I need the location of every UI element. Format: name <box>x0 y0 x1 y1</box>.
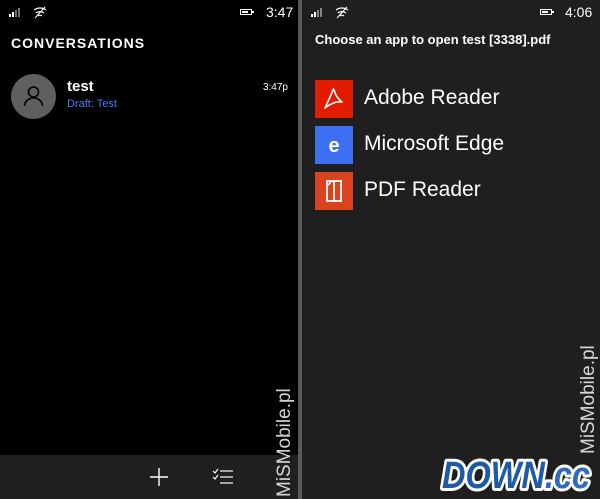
app-bar <box>0 455 298 499</box>
app-label: PDF Reader <box>364 178 481 201</box>
watermark: MiSMobile.pl <box>578 345 599 454</box>
wifi-icon <box>335 6 349 19</box>
plus-icon[interactable] <box>147 465 171 489</box>
watermark: MiSMobile.pl <box>274 388 295 497</box>
app-option-microsoft-edge[interactable]: e Microsoft Edge <box>315 126 575 164</box>
page-title: CONVERSATIONS <box>11 35 146 51</box>
wifi-icon <box>33 6 47 19</box>
battery-icon <box>240 9 254 15</box>
pdf-reader-icon <box>315 172 353 210</box>
app-option-adobe-reader[interactable]: Adobe Reader <box>315 80 575 118</box>
down-cc-logo: DOWN.cc DOWN.cc <box>440 452 593 497</box>
messaging-screen: 3:47 CONVERSATIONS test Draft: Test 3:47… <box>0 0 298 499</box>
app-option-pdf-reader[interactable]: PDF Reader <box>315 172 575 210</box>
person-icon <box>23 86 44 107</box>
conversation-time: 3:47p <box>262 82 288 93</box>
adobe-reader-icon <box>315 80 353 118</box>
status-bar: 3:47 <box>0 0 298 24</box>
select-list-icon[interactable] <box>211 465 235 489</box>
status-time: 3:47 <box>266 4 294 20</box>
app-chooser-screen: 4:06 Choose an app to open test [3338].p… <box>302 0 600 499</box>
battery-icon <box>540 9 554 15</box>
chooser-title: Choose an app to open test [3338].pdf <box>315 32 551 47</box>
svg-text:DOWN.cc: DOWN.cc <box>442 455 590 497</box>
signal-icon <box>311 8 322 17</box>
status-time: 4:06 <box>565 4 593 20</box>
svg-text:e: e <box>328 135 339 157</box>
conversation-name: test <box>67 78 94 95</box>
conversation-preview: Draft: Test <box>67 98 117 110</box>
conversation-item[interactable]: test Draft: Test 3:47p <box>0 74 298 124</box>
status-bar: 4:06 <box>302 0 600 24</box>
avatar <box>11 74 56 119</box>
edge-icon: e <box>315 126 353 164</box>
app-label: Microsoft Edge <box>364 132 505 155</box>
app-label: Adobe Reader <box>364 86 500 109</box>
signal-icon <box>9 8 20 17</box>
